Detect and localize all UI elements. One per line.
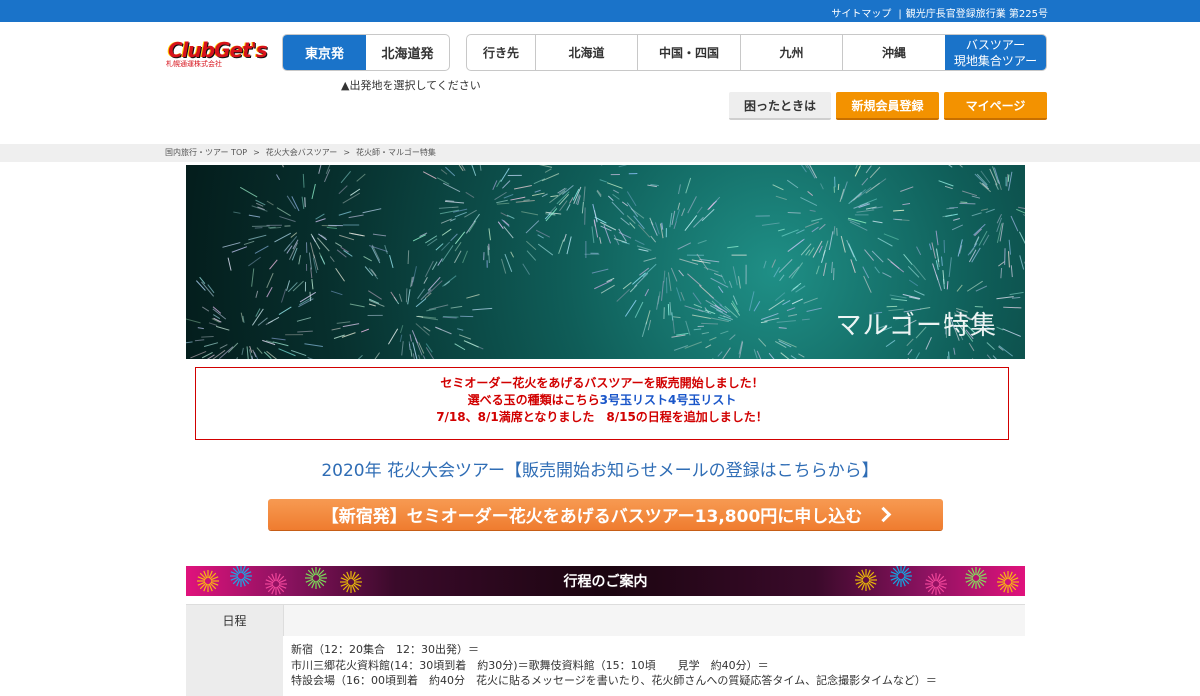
chevron-right-icon <box>876 507 892 523</box>
destination-chugoku-shikoku[interactable]: 中国・四国 <box>637 35 740 70</box>
itinerary-line-3: 特設会場（16：00頃到着 約40分 花火に貼るメッセージを書いたり、花火師さん… <box>291 673 937 689</box>
notice-line-2-text: 選べる玉の種類はこちら <box>468 393 600 407</box>
breadcrumb-separator: > <box>253 148 260 157</box>
shell-list-4-link[interactable]: 4号玉リスト <box>668 393 736 407</box>
breadcrumb-top[interactable]: 国内旅行・ツアー TOP <box>165 148 247 157</box>
departure-tokyo-button[interactable]: 東京発 <box>283 35 366 70</box>
destination-kyushu[interactable]: 九州 <box>740 35 842 70</box>
bus-tour-label: バスツアー <box>966 37 1025 53</box>
itinerary-line-2: 市川三郷花火資料館(14：30頃到着 約30分)＝歌舞伎資料館（15：10頃 見… <box>291 658 937 674</box>
divider: | <box>898 9 901 20</box>
header-cell-empty <box>283 605 1025 636</box>
breadcrumb-current: 花火師・マルゴー特集 <box>356 148 436 157</box>
logo-company: 札幌通運株式会社 <box>166 59 222 69</box>
itinerary-text: 新宿（12：20集合 12：30出発）＝ 市川三郷花火資料館(14：30頃到着 … <box>291 642 937 689</box>
itinerary-table: 日程 新宿（12：20集合 12：30出発）＝ 市川三郷花火資料館(14：30頃… <box>186 604 1025 692</box>
departure-hokkaido-button[interactable]: 北海道発 <box>366 35 449 70</box>
register-button[interactable]: 新規会員登録 <box>836 92 939 120</box>
mypage-button[interactable]: マイページ <box>944 92 1047 120</box>
shell-list-3-link[interactable]: 3号玉リスト <box>600 393 668 407</box>
destination-nav: 行き先 北海道 中国・四国 九州 沖縄 バスツアー 現地集合ツアー <box>466 34 1047 71</box>
local-meetup-label: 現地集合ツアー <box>954 53 1037 69</box>
license-text: 観光庁長官登録旅行業 第225号 <box>906 5 1048 20</box>
help-button[interactable]: 困ったときは <box>729 92 831 120</box>
top-links: サイトマップ | 観光庁長官登録旅行業 第225号 <box>831 5 1048 20</box>
departure-selector: 東京発 北海道発 <box>282 34 450 71</box>
hero-title: マルゴー特集 <box>836 305 997 342</box>
row-label-cell <box>186 636 283 696</box>
notice-line-3: 7/18、8/1満席となりました 8/15の日程を追加しました！ <box>196 409 1008 426</box>
notice-box: セミオーダー花火をあげるバスツアーを販売開始しました！ 選べる玉の種類はこちら3… <box>195 367 1009 440</box>
schedule-header-cell: 日程 <box>186 605 283 636</box>
logo[interactable]: ClubGet's 札幌通運株式会社 <box>166 38 266 68</box>
apply-button[interactable]: 【新宿発】セミオーダー花火をあげるバスツアー13,800円に申し込む <box>268 499 943 530</box>
breadcrumb-separator: > <box>343 148 350 157</box>
departure-note: ▲出発地を選択してください <box>341 77 481 93</box>
table-row: 新宿（12：20集合 12：30出発）＝ 市川三郷花火資料館(14：30頃到着 … <box>186 636 1025 696</box>
itinerary-header: 行程のご案内 <box>186 566 1025 596</box>
breadcrumb-fireworks-bus[interactable]: 花火大会バスツアー <box>266 148 338 157</box>
destination-hokkaido[interactable]: 北海道 <box>535 35 637 70</box>
breadcrumb-bar: 国内旅行・ツアー TOP > 花火大会バスツアー > 花火師・マルゴー特集 <box>0 144 1200 162</box>
breadcrumb: 国内旅行・ツアー TOP > 花火大会バスツアー > 花火師・マルゴー特集 <box>165 147 436 158</box>
notice-line-2: 選べる玉の種類はこちら3号玉リスト4号玉リスト <box>196 392 1008 409</box>
table-row: 日程 <box>186 605 1025 636</box>
notice-line-1: セミオーダー花火をあげるバスツアーを販売開始しました！ <box>196 375 1008 392</box>
newsletter-signup-link[interactable]: 2020年 花火大会ツアー【販売開始お知らせメールの登録はこちらから】 <box>0 456 1200 481</box>
apply-button-label: 【新宿発】セミオーダー花火をあげるバスツアー13,800円に申し込む <box>322 502 863 527</box>
itinerary-title: 行程のご案内 <box>186 571 1025 591</box>
top-bar: サイトマップ | 観光庁長官登録旅行業 第225号 <box>0 0 1200 22</box>
itinerary-line-1: 新宿（12：20集合 12：30出発）＝ <box>291 642 937 658</box>
destination-okinawa[interactable]: 沖縄 <box>842 35 945 70</box>
destination-bus-tour[interactable]: バスツアー 現地集合ツアー <box>945 35 1046 70</box>
destination-label: 行き先 <box>467 35 535 70</box>
sitemap-link[interactable]: サイトマップ <box>831 5 891 20</box>
hero-banner: マルゴー特集 <box>186 165 1025 359</box>
